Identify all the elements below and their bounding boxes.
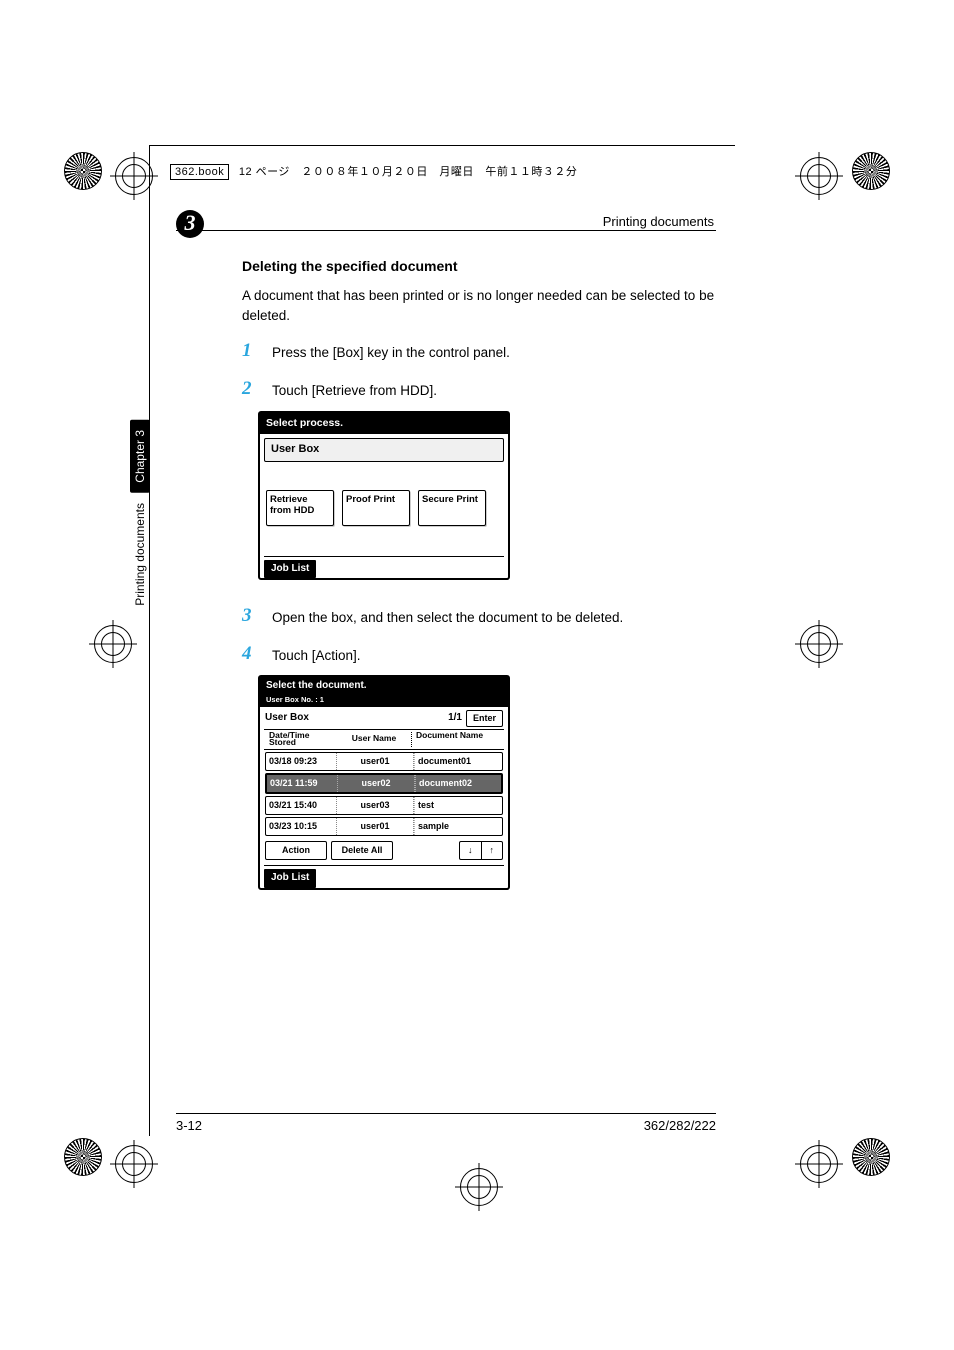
col-user: User Name [337, 732, 411, 747]
reg-mark-top-left [115, 157, 153, 195]
panel2-subline-sep: : [313, 695, 320, 704]
scroll-up-button[interactable]: ↑ [482, 842, 503, 859]
reg-mark-bottom-mid [460, 1168, 498, 1206]
panel-title: Select process. [260, 413, 508, 434]
step-1-text: Press the [Box] key in the control panel… [272, 341, 720, 363]
col-date: Date/Time Stored [269, 732, 337, 747]
step-4-text: Touch [Action]. [272, 644, 720, 666]
page-footer: 3-12 362/282/222 [176, 1113, 716, 1133]
doc-row[interactable]: 03/21 15:40 user03 test [265, 796, 503, 815]
enter-button[interactable]: Enter [466, 710, 503, 727]
scroll-nav: ↓ ↑ [459, 841, 503, 860]
side-tab: Chapter 3 Printing documents [130, 420, 150, 607]
secure-print-button[interactable]: Secure Print [418, 490, 486, 526]
book-label: 362.book [170, 164, 229, 180]
reg-pattern-br [852, 1138, 890, 1176]
col-docname: Document Name [411, 732, 499, 747]
step-4-number: 4 [242, 644, 272, 666]
select-document-panel: Select the document. User Box No. : 1 Us… [258, 675, 510, 889]
step-3: 3 Open the box, and then select the docu… [242, 606, 720, 628]
panel2-page-indicator: 1/1 [448, 711, 462, 726]
side-section-label: Printing documents [130, 501, 150, 608]
panel2-title-bar: Select the document. User Box No. : 1 [260, 677, 508, 706]
doc-row-selected[interactable]: 03/21 11:59 user02 document02 [265, 773, 503, 794]
section-heading: Deleting the specified document [242, 256, 720, 276]
reg-mark-mid-right [800, 625, 838, 663]
step-3-text: Open the box, and then select the docume… [272, 606, 720, 628]
doc-row[interactable]: 03/18 09:23 user01 document01 [265, 752, 503, 771]
select-process-panel: Select process. User Box Retrieve from H… [258, 411, 510, 581]
header-rule [176, 230, 716, 231]
step-2-text: Touch [Retrieve from HDD]. [272, 379, 720, 401]
job-list-tab[interactable]: Job List [264, 560, 316, 579]
proof-print-button[interactable]: Proof Print [342, 490, 410, 526]
step-3-number: 3 [242, 606, 272, 628]
reg-pattern-left [64, 152, 102, 190]
content-body: Deleting the specified document A docume… [242, 256, 720, 890]
scroll-down-button[interactable]: ↓ [460, 842, 482, 859]
step-2: 2 Touch [Retrieve from HDD]. [242, 379, 720, 401]
panel-subtitle: User Box [264, 438, 504, 462]
reg-pattern-right [852, 152, 890, 190]
page-number: 3-12 [176, 1118, 202, 1133]
panel2-title: Select the document. [266, 680, 367, 691]
side-chapter-label: Chapter 3 [130, 420, 150, 493]
intro-paragraph: A document that has been printed or is n… [242, 286, 720, 325]
doc-table-header: Date/Time Stored User Name Document Name [264, 729, 504, 750]
reg-mark-br [800, 1145, 838, 1183]
header-section-title: Printing documents [603, 214, 714, 229]
reg-mark-mid-left [94, 625, 132, 663]
reg-mark-top-right [800, 157, 838, 195]
delete-all-button[interactable]: Delete All [331, 841, 393, 860]
action-button[interactable]: Action [265, 841, 327, 860]
doc-row[interactable]: 03/23 10:15 user01 sample [265, 817, 503, 836]
step-2-number: 2 [242, 379, 272, 401]
panel2-box-label: User Box [265, 711, 309, 726]
model-numbers: 362/282/222 [644, 1118, 716, 1133]
panel2-subline-value: 1 [320, 695, 324, 704]
book-jp-text: 12 ページ ２００８年１０月２０日 月曜日 午前１１時３２分 [239, 166, 578, 178]
step-1: 1 Press the [Box] key in the control pan… [242, 341, 720, 363]
panel2-subline-label: User Box No. [266, 695, 313, 704]
reg-mark-bl [115, 1145, 153, 1183]
reg-pattern-bl [64, 1138, 102, 1176]
retrieve-from-hdd-button[interactable]: Retrieve from HDD [266, 490, 334, 526]
step-1-number: 1 [242, 341, 272, 363]
book-meta: 362.book 12 ページ ２００８年１０月２０日 月曜日 午前１１時３２分 [170, 163, 577, 179]
step-4: 4 Touch [Action]. [242, 644, 720, 666]
chapter-badge: 3 [176, 210, 204, 238]
job-list-tab[interactable]: Job List [264, 869, 316, 888]
